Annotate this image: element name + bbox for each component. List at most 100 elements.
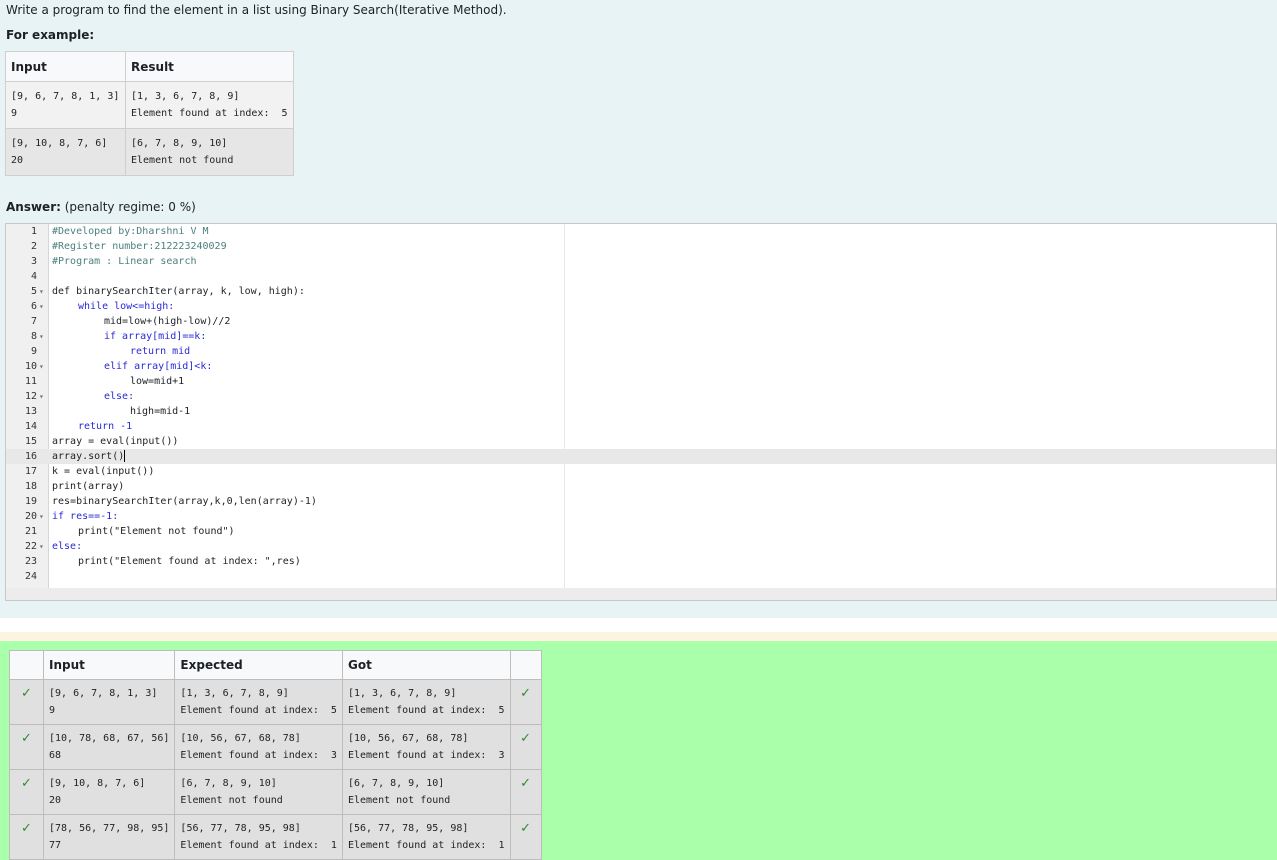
- expected-cell: [6, 7, 8, 9, 10] Element not found: [174, 769, 343, 815]
- example-result-cell: [1, 3, 6, 7, 8, 9] Element found at index…: [125, 81, 294, 129]
- example-header-result: Result: [125, 51, 294, 82]
- fold-toggle-icon[interactable]: ▾: [39, 509, 47, 524]
- code-text: print(array): [52, 481, 125, 492]
- answer-label: Answer: (penalty regime: 0 %): [6, 200, 196, 214]
- cell-line: [1, 3, 6, 7, 8, 9]: [347, 688, 457, 699]
- line-number: 2: [30, 241, 37, 252]
- example-table: Input Result [9, 6, 7, 8, 1, 3] 9 [1, 3, …: [5, 51, 294, 176]
- editor-horizontal-scrollbar[interactable]: [6, 588, 1276, 600]
- line-number: 18: [24, 481, 37, 492]
- code-line[interactable]: 5 ▾ def binarySearchIter(array, k, low, hi…: [6, 284, 1276, 299]
- code-line[interactable]: 15 array = eval(input()): [6, 434, 1276, 449]
- code-line[interactable]: 24: [6, 569, 1276, 584]
- check-icon: ✓: [520, 731, 531, 746]
- line-number: 1: [30, 226, 37, 237]
- cell-line: [78, 56, 77, 98, 95]: [49, 823, 170, 834]
- got-cell: [56, 77, 78, 95, 98] Element found at ind…: [341, 814, 511, 860]
- fold-toggle-icon[interactable]: ▾: [39, 299, 47, 314]
- code-editor[interactable]: 1 #Developed by:Dharshni V M 2 #Register nu…: [5, 223, 1277, 601]
- cell-line: 68: [49, 750, 62, 761]
- line-number: 13: [24, 406, 37, 417]
- results-body: ✓ [9, 6, 7, 8, 1, 3] 9 [1, 3, 6, 7, 8, 9] El…: [9, 679, 542, 860]
- example-input-cell: [9, 10, 8, 7, 6] 20: [5, 128, 126, 176]
- table-row: ✓ [78, 56, 77, 98, 95] 77 [56, 77, 78, 95, …: [9, 814, 542, 860]
- cell-line: [9, 6, 7, 8, 1, 3]: [11, 91, 120, 102]
- code-text: res=binarySearchIter(array,k,0,len(array…: [52, 496, 317, 507]
- code-line[interactable]: 2 #Register number:212223240029: [6, 239, 1276, 254]
- status-cell: ✓: [9, 769, 44, 815]
- code-line[interactable]: 12 ▾ else:: [6, 389, 1276, 404]
- cell-line: [1, 3, 6, 7, 8, 9]: [180, 688, 289, 699]
- code-line[interactable]: 19 res=binarySearchIter(array,k,0,len(arr…: [6, 494, 1276, 509]
- code-text: else:: [104, 391, 135, 402]
- results-header-status-end: [509, 650, 542, 680]
- expected-cell: [56, 77, 78, 95, 98] Element found at ind…: [174, 814, 343, 860]
- cell-line: [6, 7, 8, 9, 10]: [180, 778, 277, 789]
- code-text: array = eval(input()): [52, 436, 179, 447]
- cell-line: Element found at index: 5: [347, 705, 505, 716]
- line-number: 7: [30, 316, 37, 327]
- line-number: 12: [24, 391, 37, 402]
- code-line[interactable]: 11 low=mid+1: [6, 374, 1276, 389]
- code-line[interactable]: 17 k = eval(input()): [6, 464, 1276, 479]
- code-line[interactable]: 13 high=mid-1: [6, 404, 1276, 419]
- code-text: low=mid+1: [130, 376, 185, 387]
- line-number: 11: [24, 376, 37, 387]
- code-text: print("Element not found"): [78, 526, 235, 537]
- code-text: return -1: [78, 421, 133, 432]
- cell-line: 20: [11, 155, 24, 166]
- cell-line: Element found at index: 1: [347, 840, 505, 851]
- got-cell: [10, 56, 67, 68, 78] Element found at ind…: [341, 724, 511, 770]
- code-line[interactable]: 8 ▾ if array[mid]==k:: [6, 329, 1276, 344]
- code-line[interactable]: 7 mid=low+(high-low)//2: [6, 314, 1276, 329]
- results-separator: [0, 632, 1277, 641]
- code-line[interactable]: 23 print("Element found at index: ",res): [6, 554, 1276, 569]
- code-line[interactable]: 10 ▾ elif array[mid]<k:: [6, 359, 1276, 374]
- cell-line: [9, 10, 8, 7, 6]: [11, 138, 108, 149]
- code-text: mid=low+(high-low)//2: [104, 316, 231, 327]
- code-line[interactable]: 22 ▾ else:: [6, 539, 1276, 554]
- line-number: 10: [24, 361, 37, 372]
- got-cell: [6, 7, 8, 9, 10] Element not found: [341, 769, 511, 815]
- code-line[interactable]: 14 return -1: [6, 419, 1276, 434]
- got-cell: [1, 3, 6, 7, 8, 9] Element found at index…: [341, 679, 511, 725]
- fold-toggle-icon[interactable]: ▾: [39, 359, 47, 374]
- expected-cell: [10, 56, 67, 68, 78] Element found at ind…: [174, 724, 343, 770]
- code-line[interactable]: 16 array.sort(): [6, 449, 1276, 464]
- code-text: k = eval(input()): [52, 466, 155, 477]
- fold-toggle-icon[interactable]: ▾: [39, 329, 47, 344]
- fold-toggle-icon[interactable]: ▾: [39, 539, 47, 554]
- code-line[interactable]: 3 #Program : Linear search: [6, 254, 1276, 269]
- results-header-status: [9, 650, 44, 680]
- text-cursor: [124, 450, 126, 462]
- code-line[interactable]: 9 return mid: [6, 344, 1276, 359]
- cell-line: [6, 7, 8, 9, 10]: [131, 138, 228, 149]
- fold-toggle-icon[interactable]: ▾: [39, 389, 47, 404]
- code-line[interactable]: 21 print("Element not found"): [6, 524, 1276, 539]
- input-cell: [10, 78, 68, 67, 56] 68: [42, 724, 176, 770]
- code-line[interactable]: 18 print(array): [6, 479, 1276, 494]
- fold-toggle-icon[interactable]: ▾: [39, 284, 47, 299]
- cell-line: Element not found: [180, 795, 283, 806]
- code-text: high=mid-1: [130, 406, 191, 417]
- line-number: 3: [30, 256, 37, 267]
- code-text: if res==-1:: [52, 511, 119, 522]
- code-line[interactable]: 4: [6, 269, 1276, 284]
- code-line[interactable]: 20 ▾ if res==-1:: [6, 509, 1276, 524]
- check-icon: ✓: [520, 821, 531, 836]
- code-line[interactable]: 6 ▾ while low<=high:: [6, 299, 1276, 314]
- cell-line: [56, 77, 78, 95, 98]: [347, 823, 469, 834]
- line-number: 19: [24, 496, 37, 507]
- code-line[interactable]: 1 #Developed by:Dharshni V M: [6, 224, 1276, 239]
- cell-line: Element found at index: 3: [347, 750, 505, 761]
- cell-line: Element found at index: 1: [180, 840, 337, 851]
- code-text: #Program : Linear search: [52, 256, 197, 267]
- check-icon: ✓: [21, 686, 32, 701]
- example-input-cell: [9, 6, 7, 8, 1, 3] 9: [5, 81, 126, 129]
- line-number: 5: [30, 286, 37, 297]
- example-result-cell: [6, 7, 8, 9, 10] Element not found: [125, 128, 294, 176]
- code-text: array.sort(): [52, 450, 126, 462]
- results-header-got: Got: [341, 650, 511, 680]
- table-row: [9, 6, 7, 8, 1, 3] 9 [1, 3, 6, 7, 8, 9] El…: [5, 81, 294, 129]
- results-header-input: Input: [42, 650, 176, 680]
